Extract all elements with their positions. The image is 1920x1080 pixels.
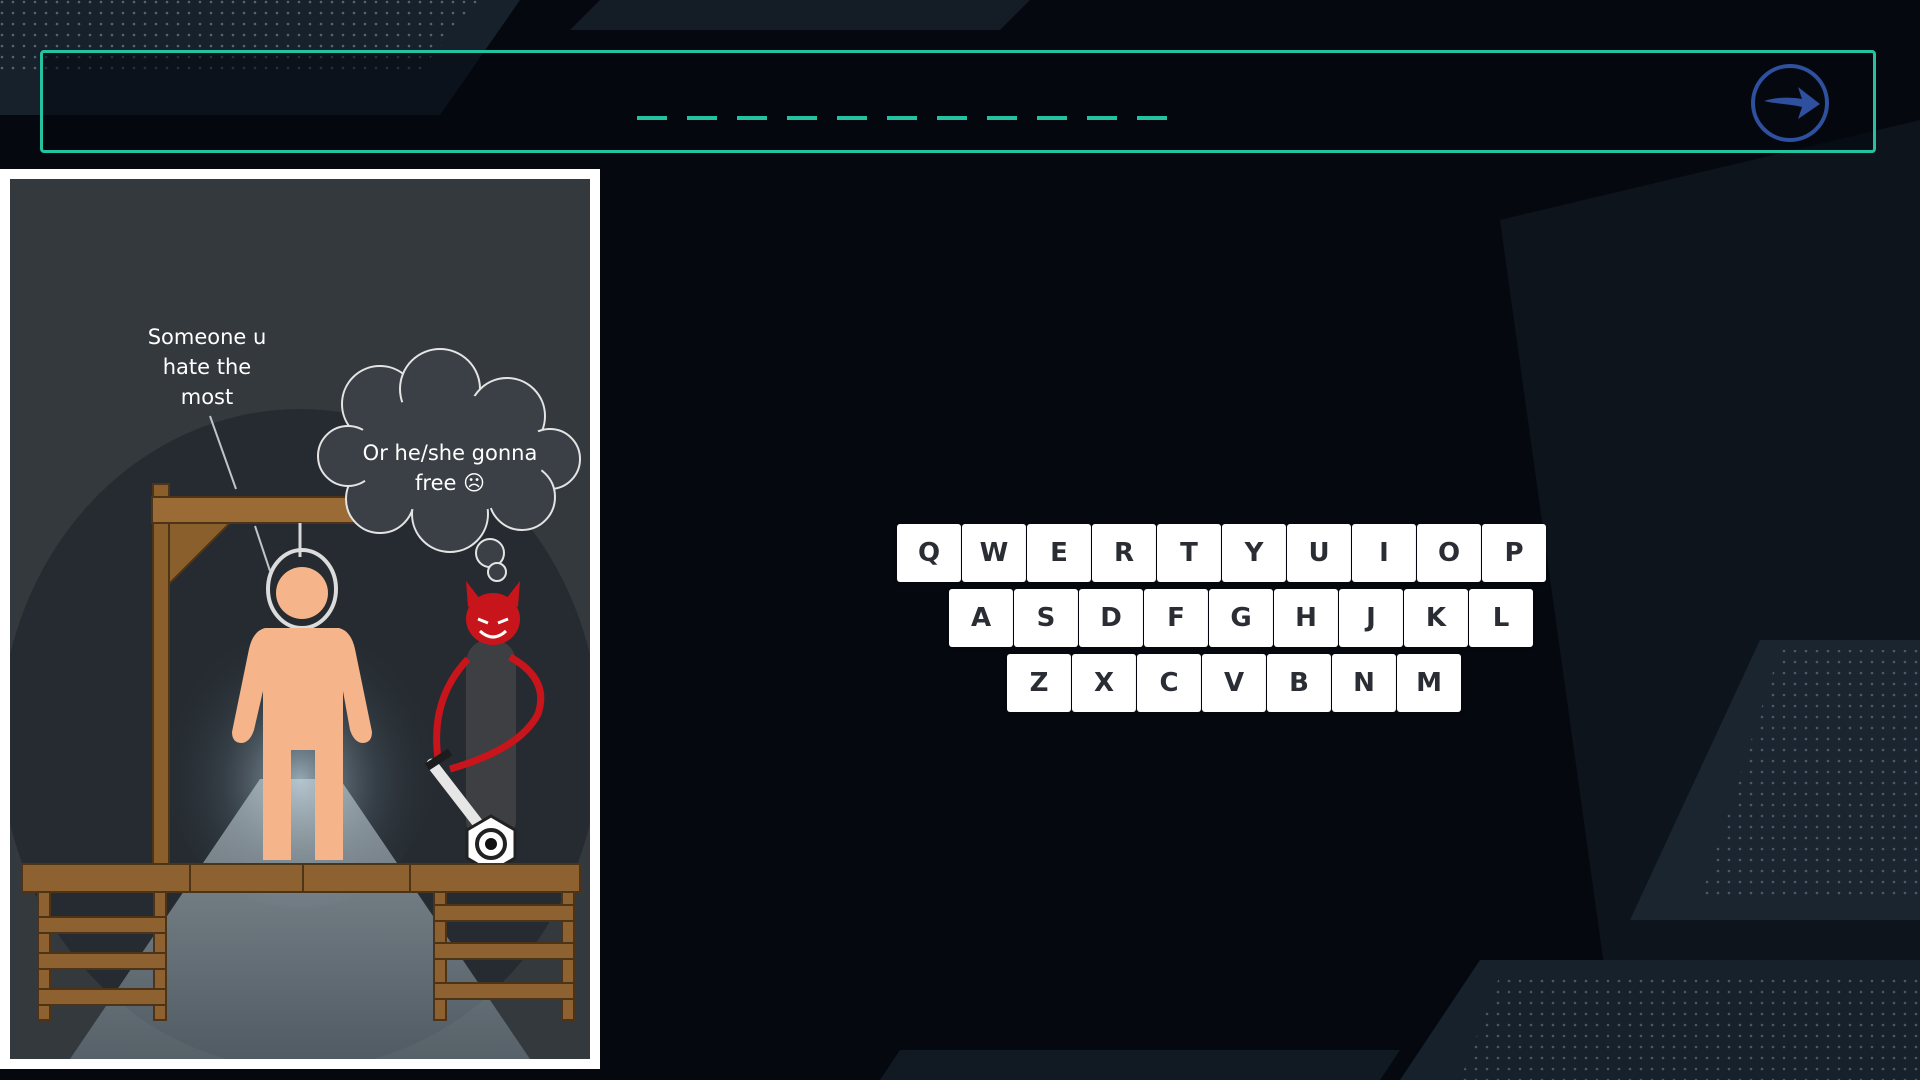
key-a[interactable]: A bbox=[949, 589, 1013, 647]
next-button[interactable] bbox=[1750, 63, 1830, 143]
key-w[interactable]: W bbox=[962, 524, 1026, 582]
key-x[interactable]: X bbox=[1072, 654, 1136, 712]
letter-keyboard: QWERTYUIOP ASDFGHJKL ZXCVBNM bbox=[897, 524, 1547, 714]
key-d[interactable]: D bbox=[1079, 589, 1143, 647]
letter-blank bbox=[1037, 98, 1067, 120]
letter-blank bbox=[1087, 98, 1117, 120]
key-h[interactable]: H bbox=[1274, 589, 1338, 647]
key-t[interactable]: T bbox=[1157, 524, 1221, 582]
letter-blank bbox=[1137, 98, 1167, 120]
keyboard-row-1: QWERTYUIOP bbox=[897, 524, 1546, 582]
key-g[interactable]: G bbox=[1209, 589, 1273, 647]
letter-blank bbox=[937, 98, 967, 120]
key-u[interactable]: U bbox=[1287, 524, 1351, 582]
key-e[interactable]: E bbox=[1027, 524, 1091, 582]
victim-label-line: hate the bbox=[162, 355, 252, 379]
key-p[interactable]: P bbox=[1482, 524, 1546, 582]
hangman-scene-panel: Someone u hate the most Or he/she gonna … bbox=[0, 169, 600, 1069]
key-v[interactable]: V bbox=[1202, 654, 1266, 712]
key-j[interactable]: J bbox=[1339, 589, 1403, 647]
letter-blank bbox=[687, 98, 717, 120]
key-f[interactable]: F bbox=[1144, 589, 1208, 647]
keyboard-row-3: ZXCVBNM bbox=[1007, 654, 1461, 712]
keyboard-row-2: ASDFGHJKL bbox=[949, 589, 1533, 647]
key-z[interactable]: Z bbox=[1007, 654, 1071, 712]
key-c[interactable]: C bbox=[1137, 654, 1201, 712]
key-r[interactable]: R bbox=[1092, 524, 1156, 582]
key-b[interactable]: B bbox=[1267, 654, 1331, 712]
key-n[interactable]: N bbox=[1332, 654, 1396, 712]
thought-text-line: free ☹ bbox=[415, 471, 485, 495]
key-l[interactable]: L bbox=[1469, 589, 1533, 647]
key-m[interactable]: M bbox=[1397, 654, 1461, 712]
hangman-scene: Someone u hate the most Or he/she gonna … bbox=[10, 179, 590, 1059]
victim-label-line: most bbox=[180, 385, 234, 409]
key-o[interactable]: O bbox=[1417, 524, 1481, 582]
hangman-illustration bbox=[10, 179, 590, 1059]
gallows-post bbox=[152, 483, 170, 865]
arrow-right-icon bbox=[1751, 64, 1829, 142]
key-k[interactable]: K bbox=[1404, 589, 1468, 647]
letter-blank bbox=[837, 98, 867, 120]
letter-blank bbox=[987, 98, 1017, 120]
letter-blank bbox=[887, 98, 917, 120]
letter-blank bbox=[737, 98, 767, 120]
key-q[interactable]: Q bbox=[897, 524, 961, 582]
thought-text-line: Or he/she gonna bbox=[362, 441, 538, 465]
key-y[interactable]: Y bbox=[1222, 524, 1286, 582]
letter-blank bbox=[787, 98, 817, 120]
key-s[interactable]: S bbox=[1014, 589, 1078, 647]
thought-text: Or he/she gonna free ☹ bbox=[350, 438, 550, 498]
victim-label-line: Someone u bbox=[147, 325, 267, 349]
key-i[interactable]: I bbox=[1352, 524, 1416, 582]
victim-label: Someone u hate the most bbox=[122, 322, 292, 412]
letter-blank bbox=[637, 98, 667, 120]
word-blanks bbox=[637, 98, 1167, 120]
